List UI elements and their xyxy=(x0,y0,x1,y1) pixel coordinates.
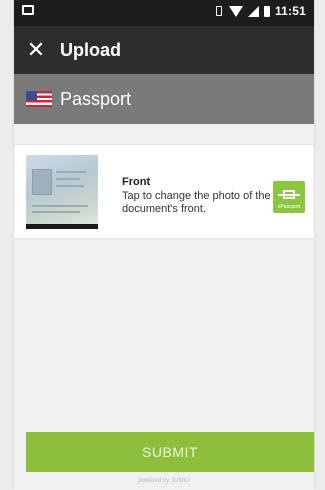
document-front-thumbnail xyxy=(26,155,98,229)
vibrate-icon xyxy=(214,5,224,17)
document-header: Passport xyxy=(14,74,314,124)
submit-button[interactable]: SUBMIT xyxy=(26,432,314,472)
status-bar: 11:51 xyxy=(14,0,314,26)
front-description: Tap to change the photo of the document'… xyxy=(122,190,271,215)
document-title: Passport xyxy=(60,88,132,109)
wifi-icon xyxy=(228,5,243,17)
status-time: 11:51 xyxy=(274,4,306,18)
status-icons: 11:51 xyxy=(214,4,306,18)
epassport-icon: ePassport xyxy=(273,181,305,213)
notification-icon xyxy=(22,5,34,15)
battery-icon xyxy=(263,5,270,17)
us-flag-icon xyxy=(26,91,52,107)
toolbar: ✕ Upload xyxy=(14,26,314,74)
close-button[interactable]: ✕ xyxy=(14,26,58,74)
epassport-label: ePassport xyxy=(277,204,301,210)
close-icon: ✕ xyxy=(26,37,46,62)
front-label: Front xyxy=(122,176,151,188)
signal-icon xyxy=(247,5,259,17)
app-frame: 11:51 ✕ Upload Passport Front Tap to cha… xyxy=(14,0,314,490)
front-photo-card[interactable]: Front Tap to change the photo of the doc… xyxy=(14,144,314,239)
powered-by-label: powered by JUMIO xyxy=(138,478,190,484)
toolbar-title: Upload xyxy=(60,39,121,60)
